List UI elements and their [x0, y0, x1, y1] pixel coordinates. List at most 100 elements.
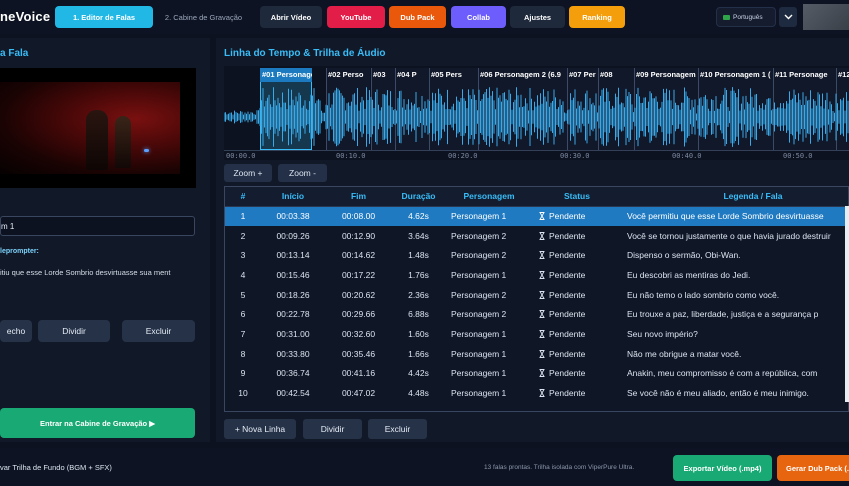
status-label: Pendente	[549, 368, 586, 379]
time-tick-label: 00:40.0	[672, 152, 702, 160]
character-name: Personagem 1	[445, 206, 533, 226]
time-tick-label: 00:10.0	[336, 152, 366, 160]
subtitle-text: Você se tornou justamente o que havia ju…	[627, 230, 831, 241]
column-header[interactable]: Personagem	[445, 187, 533, 207]
row-number: 6	[240, 309, 246, 320]
column-header[interactable]: Início	[261, 187, 325, 207]
ranking-button[interactable]: Ranking	[569, 6, 625, 28]
row-number: 5	[240, 289, 246, 300]
enter-booth-button[interactable]: Entrar na Cabine de Gravação ▶	[0, 408, 195, 438]
end-time: 00:20.62	[341, 289, 376, 300]
new-line-button[interactable]: + Nova Linha	[224, 419, 296, 439]
duration: 6.88s	[408, 309, 429, 320]
subtitle-text: Eu descobri as mentiras do Jedi.	[627, 269, 751, 280]
timeline-segment-label: #06 Personagem 2 (6.9	[480, 70, 561, 79]
start-time: 00:03.38	[261, 206, 325, 226]
video-frame	[0, 82, 180, 174]
time-tick-label: 00:50.0	[783, 152, 813, 160]
video-preview[interactable]	[0, 68, 196, 188]
character-field[interactable]: m 1	[0, 216, 195, 236]
row-number: 9	[240, 368, 246, 379]
waveform-path	[224, 87, 849, 147]
duration: 1.66s	[408, 348, 429, 359]
collab-button[interactable]: Collab	[451, 6, 506, 28]
chevron-down-icon[interactable]	[779, 7, 797, 27]
character-name: Personagem 2	[451, 289, 507, 300]
avatar[interactable]	[803, 4, 849, 30]
zoom-out-button[interactable]: Zoom -	[278, 164, 327, 182]
split-button[interactable]: Dividir	[38, 320, 110, 342]
video-light	[144, 149, 149, 152]
subtitle-text: Anakin, meu compromisso é com a repúblic…	[627, 368, 818, 379]
column-header[interactable]: #	[225, 187, 261, 207]
end-time: 00:32.60	[341, 328, 376, 339]
audio-waveform[interactable]	[224, 82, 849, 152]
column-header[interactable]: Duração	[392, 187, 445, 207]
hourglass-icon	[539, 231, 545, 240]
delete-line-button[interactable]: Excluir	[368, 419, 427, 439]
column-header[interactable]: Legenda / Fala	[621, 187, 848, 207]
character-name: Personagem 1	[451, 368, 507, 379]
hourglass-icon	[539, 349, 545, 358]
scrollbar[interactable]	[845, 206, 849, 402]
open-video-button[interactable]: Abrir Vídeo	[260, 6, 322, 28]
character-name: Personagem 2	[451, 250, 507, 261]
delete-button[interactable]: Excluir	[122, 320, 195, 342]
zoom-in-button[interactable]: Zoom +	[224, 164, 272, 182]
duration: 1.76s	[408, 269, 429, 280]
status-label: Pendente	[549, 230, 586, 241]
table-row[interactable]: 10 00:42.54 00:47.02 4.48s Personagem 1 Pende…	[225, 383, 848, 403]
duration: 1.60s	[408, 328, 429, 339]
subtitle-text: Seu novo império?	[627, 328, 698, 339]
end-time: 00:35.46	[341, 348, 376, 359]
table-row[interactable]: 6 00:22.78 00:29.66 6.88s Personagem 2 Penden…	[225, 304, 848, 324]
settings-button[interactable]: Ajustes	[510, 6, 565, 28]
table-header: # Início Fim Duração Personagem Status Legenda…	[225, 187, 848, 207]
hourglass-icon	[539, 251, 545, 260]
status-label: Pendente	[549, 348, 586, 359]
row-number: 10	[238, 388, 248, 399]
cut-button[interactable]: echo	[0, 320, 32, 342]
video-figure	[86, 110, 108, 170]
table-row[interactable]: 5 00:18.26 00:20.62 2.36s Personagem 2 Penden…	[225, 285, 848, 305]
language-label: Português	[733, 13, 763, 21]
end-time: 00:08.00	[325, 206, 392, 226]
status-label: Pendente	[549, 309, 586, 320]
row-number: 7	[240, 328, 246, 339]
character-name: Personagem 2	[451, 309, 507, 320]
table-row[interactable]: 3 00:13.14 00:14.62 1.48s Personagem 2 Penden…	[225, 245, 848, 265]
language-select[interactable]: Português	[716, 7, 776, 27]
duration: 2.36s	[408, 289, 429, 300]
end-time: 00:29.66	[341, 309, 376, 320]
table-row[interactable]: 8 00:33.80 00:35.46 1.66s Personagem 1 Penden…	[225, 344, 848, 364]
table-row[interactable]: 1 00:03.38 00:08.00 4.62s Personagem 1 Penden…	[225, 206, 848, 226]
hourglass-icon	[539, 310, 545, 319]
column-header[interactable]: Fim	[325, 187, 392, 207]
start-time: 00:31.00	[276, 328, 310, 339]
status-label: Pendente	[549, 269, 586, 280]
subtitle-text: Se você não é meu aliado, então é meu in…	[627, 388, 809, 399]
hourglass-icon	[539, 212, 545, 221]
table-row[interactable]: 9 00:36.74 00:41.16 4.42s Personagem 1 Penden…	[225, 364, 848, 384]
table-row[interactable]: 7 00:31.00 00:32.60 1.60s Personagem 1 Penden…	[225, 324, 848, 344]
split-line-button[interactable]: Dividir	[303, 419, 362, 439]
table-row[interactable]: 2 00:09.26 00:12.90 3.64s Personagem 2 Penden…	[225, 226, 848, 246]
dub-pack-button[interactable]: Dub Pack	[389, 6, 446, 28]
bgm-toggle-label[interactable]: var Trilha de Fundo (BGM + SFX)	[0, 463, 112, 472]
tab-editor[interactable]: 1. Editor de Falas	[55, 6, 153, 28]
timeline[interactable]: #01 Personagem #02 Perso #03 #04 P #05 Pers #…	[224, 66, 849, 160]
column-header[interactable]: Status	[533, 187, 621, 207]
time-tick-label: 00:20.0	[448, 152, 478, 160]
start-time: 00:15.46	[276, 269, 310, 280]
generate-dub-pack-button[interactable]: Gerar Dub Pack (.z	[777, 455, 849, 481]
youtube-button[interactable]: YouTube	[327, 6, 385, 28]
tab-recording-booth[interactable]: 2. Cabine de Gravação	[155, 6, 252, 28]
export-video-button[interactable]: Exportar Vídeo (.mp4)	[673, 455, 772, 481]
end-time: 00:41.16	[341, 368, 376, 379]
table-row[interactable]: 4 00:15.46 00:17.22 1.76s Personagem 1 Penden…	[225, 265, 848, 285]
start-time: 00:22.78	[276, 309, 310, 320]
timeline-segment-label: #07 Per	[569, 70, 596, 79]
row-number: 1	[225, 206, 261, 226]
hourglass-icon	[539, 369, 545, 378]
duration: 1.48s	[408, 250, 429, 261]
